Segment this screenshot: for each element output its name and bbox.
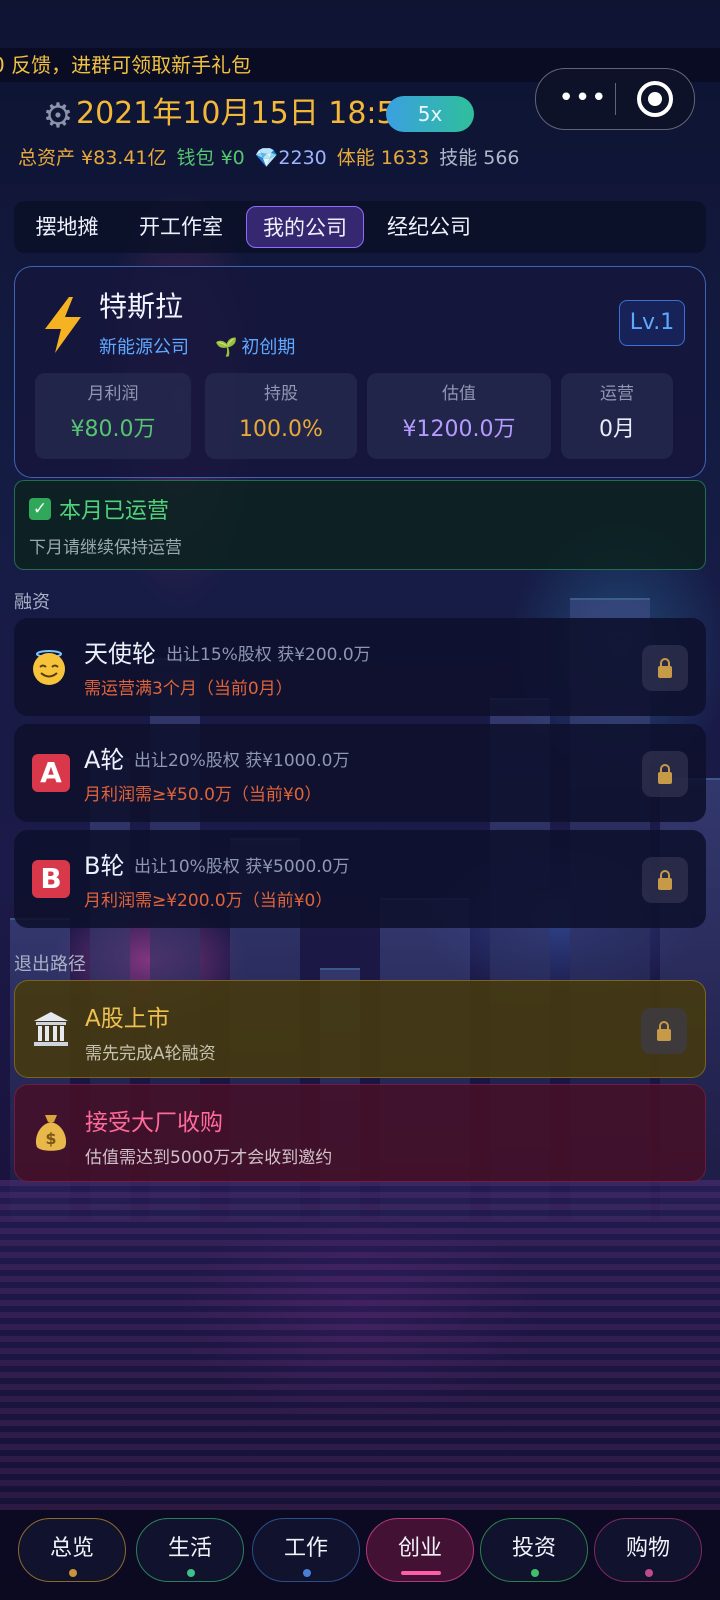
round-title: A轮 [84,746,125,774]
metric-label: 运营 [600,384,634,404]
lock-icon [642,645,688,691]
nav-work[interactable]: 工作 [252,1518,360,1582]
round-requirement: 月利润需≥¥50.0万（当前¥0） [84,785,322,805]
round-a-card[interactable]: A A轮 出让20%股权 获¥1000.0万 月利润需≥¥50.0万（当前¥0） [14,724,706,822]
company-stage: 🌱 初创期 [215,337,296,358]
close-target-icon[interactable] [637,81,673,117]
round-title: B轮 [84,852,125,880]
svg-text:$: $ [45,1129,56,1148]
more-options-icon[interactable]: ••• [558,69,608,129]
nav-life[interactable]: 生活 [136,1518,244,1582]
miniprogram-capsule: ••• [535,68,695,130]
game-datetime: 2021年10月15日 18:59 [76,96,415,131]
round-offer: 出让15%股权 获¥200.0万 [166,645,371,665]
player-stats: 总资产 ¥83.41亿 钱包 ¥0 💎2230 体能 1633 技能 566 [18,144,530,172]
round-title: 天使轮 [84,640,156,668]
river-reflection-background [0,1180,720,1510]
diamond-icon: 💎 [254,147,279,169]
metric-value: ¥1200.0万 [402,417,516,442]
speed-toggle-button[interactable]: 5x [386,96,474,132]
tab-street-stall[interactable]: 摆地摊 [22,206,112,248]
metric-operation-months: 运营 0月 [561,373,673,459]
nav-label: 总览 [49,1536,94,1561]
nav-startup[interactable]: 创业 [366,1518,474,1582]
metric-value: ¥80.0万 [70,417,156,442]
stamina-stat: 体能 1633 [336,147,430,169]
money-bag-icon: $ [35,1115,67,1151]
operation-status-subtitle: 下月请继续保持运营 [29,538,182,558]
operation-status-title: 本月已运营 [59,499,170,524]
metric-valuation: 估值 ¥1200.0万 [367,373,551,459]
acquisition-card[interactable]: $ 接受大厂收购 估值需达到5000万才会收到邀约 [14,1084,706,1182]
company-name: 特斯拉 [99,290,184,323]
tab-my-company[interactable]: 我的公司 [246,206,364,248]
round-angel-card[interactable]: 天使轮 出让15%股权 获¥200.0万 需运营满3个月（当前0月） [14,618,706,716]
round-b-badge-icon: B [32,860,70,898]
wallet-balance: 钱包 ¥0 [176,147,245,169]
round-requirement: 月利润需≥¥200.0万（当前¥0） [84,891,333,911]
round-offer: 出让20%股权 获¥1000.0万 [134,751,350,771]
metric-ownership: 持股 100.0% [205,373,357,459]
nav-shopping[interactable]: 购物 [594,1518,702,1582]
ticker-text: 0 反馈，进群可领取新手礼包 [0,53,252,77]
category-tabs: 摆地摊 开工作室 我的公司 经纪公司 [14,201,706,253]
bank-building-icon [34,1012,68,1046]
metric-value: 0月 [599,417,635,442]
sprout-icon: 🌱 [215,337,238,358]
nav-label: 购物 [625,1536,670,1561]
nav-dot [69,1569,77,1577]
nav-invest[interactable]: 投资 [480,1518,588,1582]
ipo-subtitle: 需先完成A轮融资 [85,1044,216,1064]
nav-label: 创业 [397,1536,442,1561]
nav-dot [187,1569,195,1577]
nav-dot [303,1569,311,1577]
metric-label: 持股 [264,384,298,404]
acquisition-title: 接受大厂收购 [85,1110,223,1136]
ipo-title: A股上市 [85,1006,170,1032]
capsule-divider [615,83,616,115]
level-badge: Lv.1 [619,300,685,346]
round-requirement: 需运营满3个月（当前0月） [84,679,293,699]
round-offer: 出让10%股权 获¥5000.0万 [134,857,350,877]
nav-label: 工作 [283,1536,328,1561]
check-icon: ✓ [29,498,51,520]
ipo-card[interactable]: A股上市 需先完成A轮融资 [14,980,706,1078]
nav-label: 生活 [167,1536,212,1561]
company-card: 特斯拉 新能源公司 🌱 初创期 Lv.1 月利润 ¥80.0万 持股 100.0%… [14,266,706,478]
company-type: 新能源公司 [99,337,189,358]
bottom-navigation: 总览 生活 工作 创业 投资 购物 [0,1510,720,1600]
exit-section-title: 退出路径 [14,954,86,975]
metric-value: 100.0% [239,417,323,442]
round-b-card[interactable]: B B轮 出让10%股权 获¥5000.0万 月利润需≥¥200.0万（当前¥0… [14,830,706,928]
nav-active-indicator [401,1571,441,1575]
gear-icon[interactable]: ⚙ [40,98,76,134]
skill-stat: 技能 566 [439,147,520,169]
metric-monthly-profit: 月利润 ¥80.0万 [35,373,191,459]
nav-label: 投资 [511,1536,556,1561]
acquisition-subtitle: 估值需达到5000万才会收到邀约 [85,1148,333,1168]
tab-studio[interactable]: 开工作室 [126,206,236,248]
metric-label: 月利润 [87,384,139,404]
halo-smile-icon [33,650,65,685]
lock-icon [642,857,688,903]
lock-icon [642,751,688,797]
status-header: ⚙ 2021年10月15日 18:59 5x ••• 总资产 ¥83.41亿 钱包… [0,68,720,184]
tab-agency[interactable]: 经纪公司 [374,206,484,248]
nav-overview[interactable]: 总览 [18,1518,126,1582]
lock-icon [641,1008,687,1054]
diamond-count: 💎2230 [254,147,327,169]
lightning-icon [45,297,81,353]
nav-dot [531,1569,539,1577]
nav-dot [645,1569,653,1577]
metric-label: 估值 [442,384,476,404]
financing-section-title: 融资 [14,592,50,613]
total-assets: 总资产 ¥83.41亿 [18,147,167,169]
round-a-badge-icon: A [32,754,70,792]
operation-status-box: ✓ 本月已运营 下月请继续保持运营 [14,480,706,570]
